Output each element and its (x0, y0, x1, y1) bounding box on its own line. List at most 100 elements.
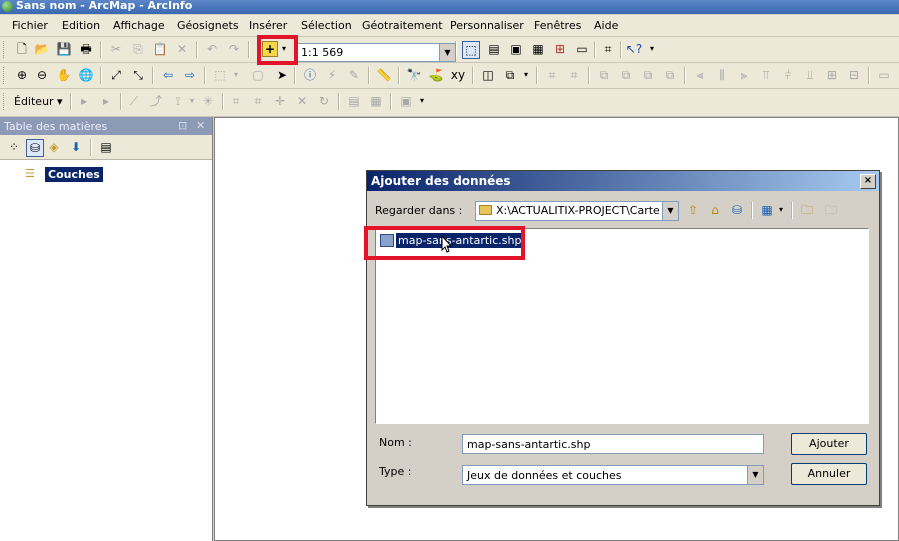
scale-dropdown-icon[interactable]: ▼ (439, 44, 455, 61)
close-icon[interactable]: ✕ (196, 119, 205, 132)
reshape-feature-icon[interactable]: ⌗ (250, 93, 266, 109)
menu-edition[interactable]: Edition (62, 19, 100, 32)
open-folder-icon[interactable]: 📂 (34, 41, 50, 57)
align-center-icon[interactable]: ⫼ (714, 67, 730, 83)
toolbar-grip[interactable] (3, 41, 7, 58)
tools-options-icon[interactable]: ▾ (522, 67, 530, 83)
copy-icon[interactable]: ⎘ (130, 41, 146, 57)
look-in-combo[interactable]: X:\ACTUALITIX-PROJECT\Carte ▼ (475, 201, 679, 221)
pin-icon[interactable]: ⊡ (178, 119, 187, 132)
arctoolbox-icon[interactable]: ⊞ (552, 41, 568, 57)
catalog-icon[interactable]: ▣ (508, 41, 524, 57)
up-one-level-icon[interactable]: ⇧ (685, 202, 701, 218)
menu-geotraitement[interactable]: Géotraitement (362, 19, 443, 32)
pan-icon[interactable]: ✋ (56, 67, 72, 83)
draw-polygon-icon[interactable]: ⌗ (566, 67, 582, 83)
bring-to-front-icon[interactable]: ⧉ (596, 67, 612, 83)
fixed-zoom-in-icon[interactable]: ⤢ (108, 67, 124, 83)
create-viewer-icon[interactable]: ⧉ (502, 67, 518, 83)
send-to-back-icon[interactable]: ⧉ (618, 67, 634, 83)
map-scale-combo[interactable]: 1:1 569 ▼ (297, 43, 456, 62)
type-select[interactable]: Jeux de données et couches ▼ (462, 465, 764, 485)
menu-fichier[interactable]: Fichier (12, 19, 48, 32)
new-document-icon[interactable]: 🗋 (14, 41, 30, 57)
measure-icon[interactable]: 📏 (376, 67, 392, 83)
menu-personnaliser[interactable]: Personnaliser (450, 19, 524, 32)
split-tool-icon[interactable]: ✕ (294, 93, 310, 109)
menu-affichage[interactable]: Affichage (113, 19, 165, 32)
straight-segment-icon[interactable]: ⟋ (126, 93, 142, 109)
find-icon[interactable]: 🔭 (406, 67, 422, 83)
add-button[interactable]: Ajouter (791, 433, 867, 455)
zoom-out-icon[interactable]: ⊖ (34, 67, 50, 83)
editor-toolbar-options-icon[interactable]: ▾ (418, 93, 426, 109)
make-same-size-icon[interactable]: ▭ (876, 67, 892, 83)
point-icon[interactable]: ✳ (200, 93, 216, 109)
html-popup-icon[interactable]: ✎ (346, 67, 362, 83)
construction-dropdown-icon[interactable]: ▾ (188, 93, 196, 109)
cancel-button[interactable]: Annuler (791, 463, 867, 485)
paste-icon[interactable]: 📋 (152, 41, 168, 57)
whats-this-icon[interactable]: ↖? (626, 41, 642, 57)
python-window-icon[interactable]: ▭ (574, 41, 590, 57)
forward-arrow-icon[interactable]: ⇨ (182, 67, 198, 83)
go-to-xy-icon[interactable]: xy (450, 67, 466, 83)
look-in-dropdown-icon[interactable]: ▼ (662, 202, 678, 220)
edit-annotation-icon[interactable]: ▸ (98, 93, 114, 109)
cut-polygons-icon[interactable]: ✛ (272, 93, 288, 109)
distribute-vertically-icon[interactable]: ⊟ (846, 67, 862, 83)
align-left-icon[interactable]: ⫷ (692, 67, 708, 83)
dialog-close-button[interactable]: × (860, 174, 876, 189)
home-icon[interactable]: ⌂ (707, 202, 723, 218)
align-middle-icon[interactable]: ⫩ (780, 67, 796, 83)
trace-icon[interactable]: ⟟ (170, 93, 186, 109)
distribute-horizontally-icon[interactable]: ⊞ (824, 67, 840, 83)
menu-geosignets[interactable]: Géosignets (177, 19, 239, 32)
fixed-zoom-out-icon[interactable]: ⤡ (130, 67, 146, 83)
table-of-contents-icon[interactable]: ▤ (486, 41, 502, 57)
rotate-tool-icon[interactable]: ↻ (316, 93, 332, 109)
delete-icon[interactable]: ✕ (174, 41, 190, 57)
end-point-arc-icon[interactable]: ⤴ (148, 93, 164, 109)
list-by-selection-icon[interactable]: ⬇ (68, 139, 84, 155)
view-dropdown-icon[interactable]: ▾ (777, 202, 785, 218)
toolbar-grip[interactable] (3, 93, 7, 110)
clear-selection-icon[interactable]: ▢ (250, 67, 266, 83)
identify-icon[interactable]: ⓘ (302, 67, 318, 83)
back-arrow-icon[interactable]: ⇦ (160, 67, 176, 83)
type-dropdown-icon[interactable]: ▼ (747, 466, 763, 484)
toolbar-options-icon[interactable]: ▾ (648, 41, 656, 57)
align-bottom-icon[interactable]: ⫫ (802, 67, 818, 83)
menu-selection[interactable]: Sélection (301, 19, 352, 32)
print-icon[interactable]: 🖶 (78, 41, 94, 57)
redo-icon[interactable]: ↷ (226, 41, 242, 57)
search-window-icon[interactable]: ▦ (530, 41, 546, 57)
time-slider-icon[interactable]: ◫ (480, 67, 496, 83)
modelbuilder-icon[interactable]: ⌗ (600, 41, 616, 57)
save-icon[interactable]: 💾 (56, 41, 72, 57)
select-features-icon[interactable]: ⬚ (212, 67, 228, 83)
name-input[interactable]: map-sans-antartic.shp (462, 434, 764, 454)
list-by-source-icon[interactable]: ⛁ (26, 139, 44, 157)
new-folder-icon[interactable]: 🗀 (799, 202, 815, 218)
list-by-drawing-order-icon[interactable]: ⁘ (6, 139, 22, 155)
undo-icon[interactable]: ↶ (204, 41, 220, 57)
connect-folder-icon[interactable]: ⛁ (729, 202, 745, 218)
edit-vertices-icon[interactable]: ⌗ (228, 93, 244, 109)
attributes-icon[interactable]: ▤ (346, 93, 362, 109)
align-top-icon[interactable]: ⫪ (758, 67, 774, 83)
edit-tool-icon[interactable]: ▸ (76, 93, 92, 109)
hyperlink-icon[interactable]: ⚡ (324, 67, 340, 83)
editor-toolbar-icon[interactable]: ⬚ (462, 41, 480, 59)
select-dropdown-icon[interactable]: ▾ (232, 67, 240, 83)
disconnect-folder-icon[interactable]: 🗀 (823, 202, 839, 218)
sketch-properties-icon[interactable]: ▦ (368, 93, 384, 109)
create-features-icon[interactable]: ▣ (398, 93, 414, 109)
cut-icon[interactable]: ✂ (108, 41, 124, 57)
view-list-icon[interactable]: ▦ (759, 202, 775, 218)
toc-options-icon[interactable]: ▤ (98, 139, 114, 155)
menu-inserer[interactable]: Insérer (249, 19, 287, 32)
draw-rectangle-icon[interactable]: ⌗ (544, 67, 560, 83)
find-route-icon[interactable]: ⛳ (428, 67, 444, 83)
full-extent-icon[interactable]: 🌐 (78, 67, 94, 83)
